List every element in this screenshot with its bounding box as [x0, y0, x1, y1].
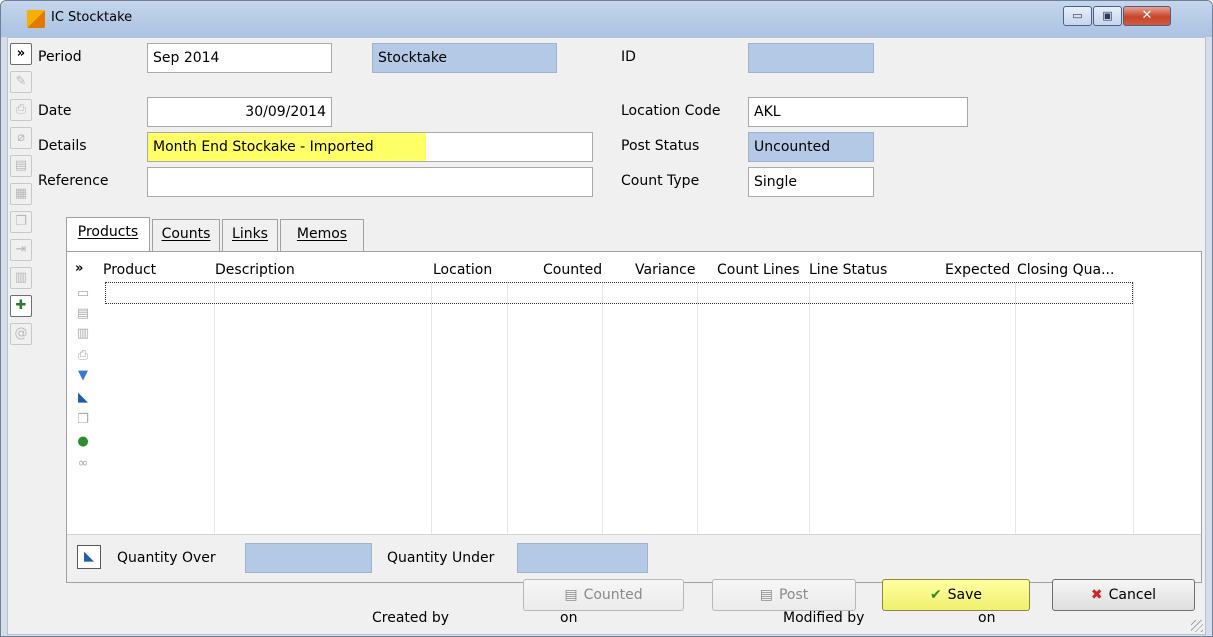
quantity-under-label: Quantity Under — [387, 550, 495, 566]
details-label: Details — [38, 138, 87, 154]
email-icon[interactable]: @ — [10, 323, 32, 345]
tab-links[interactable]: Links — [222, 219, 278, 251]
filter-icon[interactable]: ▼ — [75, 368, 91, 384]
column-divider — [214, 282, 215, 534]
copy-grid-icon[interactable]: ❐ — [75, 412, 91, 428]
type-field: Stocktake — [372, 43, 557, 73]
created-on-label: on — [560, 610, 578, 626]
tab-counts[interactable]: Counts — [152, 219, 220, 251]
post-label: Post — [778, 587, 809, 603]
delete-line-icon[interactable]: ▥ — [75, 326, 91, 342]
maximize-button[interactable]: ▣ — [1093, 6, 1122, 26]
modified-by-label: Modified by — [783, 610, 865, 626]
id-field — [748, 43, 874, 73]
reference-label: Reference — [38, 173, 109, 189]
column-description[interactable]: Description — [215, 262, 295, 278]
column-product[interactable]: Product — [103, 262, 156, 278]
new-line-icon[interactable]: ▭ — [75, 286, 91, 302]
column-expected[interactable]: Expected — [945, 262, 1010, 278]
window-client: » ✎ ⎙ ⌀ ▤ ▦ ❐ ⇥ ▥ ✚ @ Period Sep 2014 St… — [7, 37, 1206, 635]
app-icon — [27, 10, 45, 28]
save-button[interactable]: ✔ Save — [882, 579, 1030, 611]
close-button[interactable]: ✕ — [1123, 6, 1171, 26]
add-document-icon[interactable]: ✚ — [10, 295, 32, 317]
tab-products[interactable]: Products — [66, 217, 150, 251]
cancel-icon: ✖ — [1090, 587, 1103, 603]
quantity-over-label: Quantity Over — [117, 550, 216, 566]
column-divider — [1133, 282, 1134, 534]
details-value: Month End Stockake - Imported — [153, 139, 374, 155]
grid-expand-button[interactable]: » — [75, 261, 83, 276]
binoculars-icon[interactable]: ∞ — [75, 456, 91, 472]
column-variance[interactable]: Variance — [635, 262, 695, 278]
totals-bar: ◣ Quantity Over Quantity Under — [67, 534, 1201, 582]
counted-label: Counted — [583, 587, 643, 603]
window-title: IC Stocktake — [51, 10, 133, 25]
checkmark-icon: ✔ — [929, 587, 942, 603]
minimize-button[interactable]: ▭ — [1063, 6, 1092, 26]
period-label: Period — [38, 49, 82, 65]
tab-memos[interactable]: Memos — [280, 219, 364, 251]
quantity-over-field — [245, 543, 372, 573]
count-type-label: Count Type — [621, 173, 700, 189]
period-field[interactable]: Sep 2014 — [147, 43, 332, 73]
column-divider — [507, 282, 508, 534]
date-label: Date — [38, 103, 72, 119]
column-location[interactable]: Location — [433, 262, 492, 278]
count-type-field[interactable]: Single — [748, 167, 874, 197]
location-code-label: Location Code — [621, 103, 721, 119]
copy-icon[interactable]: ❐ — [10, 211, 32, 233]
column-divider — [431, 282, 432, 534]
layout-icon[interactable]: ▥ — [10, 267, 32, 289]
column-divider — [809, 282, 810, 534]
stocktake-window: IC Stocktake ▭ ▣ ✕ » ✎ ⎙ ⌀ ▤ ▦ ❐ ⇥ ▥ ✚ @… — [0, 0, 1213, 637]
column-divider — [602, 282, 603, 534]
id-label: ID — [621, 49, 636, 65]
resize-grip[interactable] — [1191, 620, 1203, 632]
column-divider — [697, 282, 698, 534]
table-row[interactable] — [105, 282, 1133, 304]
post-icon: ▤ — [759, 587, 773, 603]
column-counted[interactable]: Counted — [543, 262, 602, 278]
post-status-field: Uncounted — [748, 132, 874, 162]
chart-icon[interactable]: ◣ — [75, 390, 91, 406]
attach-icon[interactable]: ⌀ — [10, 127, 32, 149]
title-bar[interactable]: IC Stocktake ▭ ▣ ✕ — [1, 1, 1212, 37]
modified-on-label: on — [978, 610, 996, 626]
insert-line-icon[interactable]: ▤ — [75, 306, 91, 322]
grid-header: Product Description Location Counted Var… — [103, 258, 1133, 282]
document-icon[interactable]: ▤ — [10, 155, 32, 177]
document-icon: ▤ — [564, 587, 578, 603]
print-grid-icon[interactable]: ⎙ — [75, 348, 91, 364]
export-icon[interactable]: ⇥ — [10, 239, 32, 261]
lookup-icon[interactable]: ▦ — [10, 183, 32, 205]
save-label: Save — [947, 587, 983, 603]
help-icon[interactable]: ● — [75, 434, 91, 450]
quantity-under-field — [517, 543, 648, 573]
date-field[interactable]: 30/09/2014 — [147, 97, 332, 127]
chart-button[interactable]: ◣ — [77, 545, 101, 569]
cancel-button[interactable]: ✖ Cancel — [1052, 579, 1195, 611]
print-icon[interactable]: ⎙ — [10, 99, 32, 121]
products-panel: » Product Description Location Counted V… — [66, 251, 1202, 583]
edit-icon[interactable]: ✎ — [10, 71, 32, 93]
column-count-lines[interactable]: Count Lines — [717, 262, 800, 278]
column-line-status[interactable]: Line Status — [809, 262, 887, 278]
post-status-label: Post Status — [621, 138, 700, 154]
location-code-field[interactable]: AKL — [748, 97, 968, 127]
post-button[interactable]: ▤ Post — [712, 579, 856, 611]
column-closing-quantity[interactable]: Closing Qua... — [1017, 262, 1114, 278]
counted-button[interactable]: ▤ Counted — [523, 579, 684, 611]
created-by-label: Created by — [372, 610, 450, 626]
reference-field[interactable] — [147, 167, 593, 197]
expand-sidebar-button[interactable]: » — [10, 43, 32, 65]
cancel-label: Cancel — [1108, 587, 1157, 603]
column-divider — [1015, 282, 1016, 534]
details-field[interactable]: Month End Stockake - Imported — [147, 132, 593, 162]
